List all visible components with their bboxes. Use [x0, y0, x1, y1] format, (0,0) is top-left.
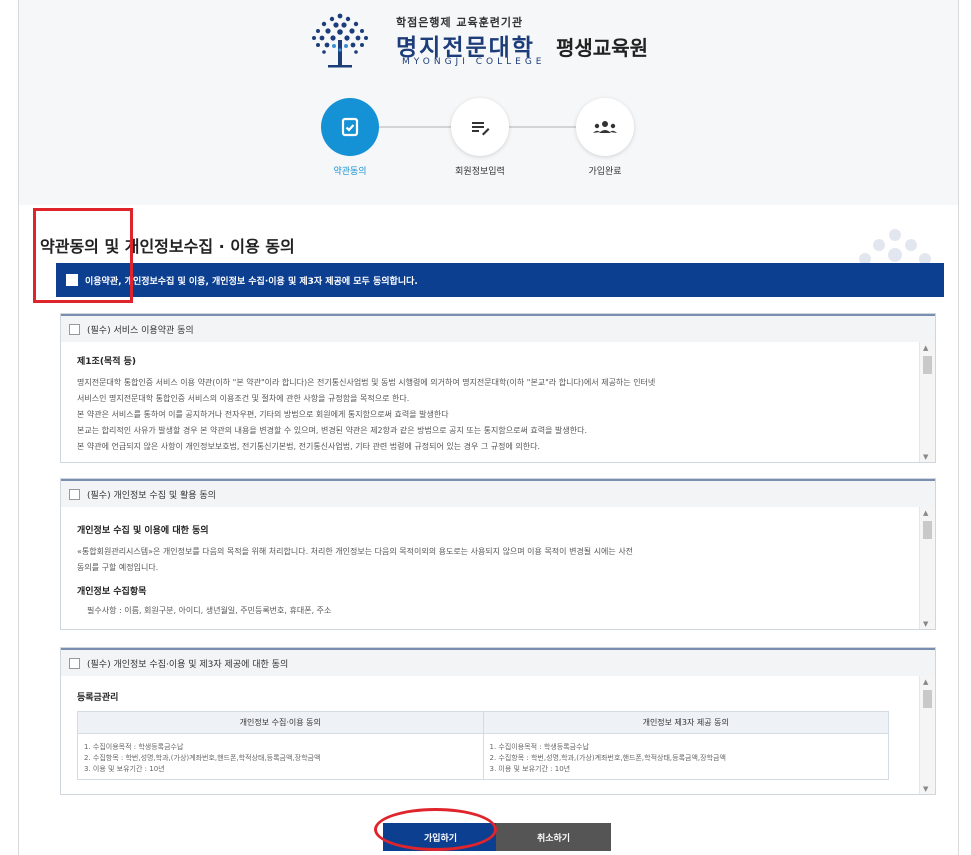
- privacy-items: 필수사항 : 이름, 회원구분, 아이디, 생년월일, 주민등록번호, 휴대폰,…: [87, 606, 332, 615]
- agree-all-bar[interactable]: 이용약관, 개인정보수집 및 이용, 개인정보 수집·이용 및 제3자 제공에 …: [56, 263, 944, 297]
- step-label: 가입완료: [588, 167, 622, 177]
- agree-all-label: 이용약관, 개인정보수집 및 이용, 개인정보 수집·이용 및 제3자 제공에 …: [85, 276, 418, 287]
- college-logo[interactable]: 학점은행제 교육훈련기관 명지전문대학 평생교육원 MYONGJI COLLEG…: [306, 10, 686, 72]
- step-label: 약관동의: [333, 167, 367, 177]
- terms-line: 본 약관은 서비스를 통하여 이를 공지하거나 전자우편, 기타의 방법으로 회…: [77, 410, 449, 419]
- privacy-title: 개인정보 수집 및 이용에 대한 동의: [77, 526, 209, 536]
- terms-article-title: 제1조(목적 등): [77, 357, 137, 367]
- privacy-subtitle: 개인정보 수집항목: [77, 587, 147, 597]
- table-header-collect: 개인정보 수집·이용 동의: [77, 711, 484, 734]
- scroll-down-arrow-icon[interactable]: ▼: [923, 453, 928, 461]
- table-line: 2. 수집항목 : 학번,성명,학과,(가상)계좌번호,핸드폰,학적상태,등록금…: [489, 754, 726, 762]
- scroll-thumb[interactable]: [923, 356, 932, 374]
- scroll-thumb[interactable]: [923, 521, 932, 539]
- third-party-text-box[interactable]: 등록금관리 개인정보 수집·이용 동의 개인정보 제3자 제공 동의 1. 수집…: [61, 676, 935, 794]
- terms-checkbox[interactable]: [69, 323, 80, 335]
- privacy-line: «통합회원관리시스템»은 개인정보를 다음의 목적을 위해 처리합니다. 처리한…: [77, 547, 634, 556]
- third-party-section-label: (필수) 개인정보 수집·이용 및 제3자 제공에 대한 동의: [87, 659, 289, 670]
- terms-scrollbar[interactable]: ▲ ▼: [919, 342, 935, 462]
- third-party-section-header[interactable]: (필수) 개인정보 수집·이용 및 제3자 제공에 대한 동의: [61, 648, 935, 676]
- privacy-section-label: (필수) 개인정보 수집 및 활용 동의: [87, 490, 216, 501]
- privacy-checkbox[interactable]: [69, 488, 80, 500]
- third-party-checkbox[interactable]: [69, 657, 80, 669]
- consent-table: 개인정보 수집·이용 동의 개인정보 제3자 제공 동의 1. 수집이용목적 :…: [77, 711, 889, 780]
- terms-line: 본교는 합리적인 사유가 발생할 경우 본 약관의 내용을 변경할 수 있으며,…: [77, 426, 587, 435]
- table-cell-third-party: 1. 수집이용목적 : 학생등록금수납 2. 수집항목 : 학번,성명,학과,(…: [482, 733, 889, 780]
- signup-steps: 약관동의 회원정보입력 가입완료: [310, 98, 650, 178]
- terms-line: 서비스인 명지전문대학 통합인증 서비스의 이용조건 및 절차에 관한 사항을 …: [77, 394, 410, 403]
- college-english-name: MYONGJI COLLEGE: [402, 57, 546, 67]
- privacy-line: 동의를 구할 예정입니다.: [77, 563, 159, 572]
- table-line: 2. 수집항목 : 학번,성명,학과,(가상)계좌번호,핸드폰,학적상태,등록금…: [84, 754, 321, 762]
- terms-text-box[interactable]: 제1조(목적 등) 명지전문대학 통합인증 서비스 이용 약관(이하 "본 약관…: [61, 342, 935, 462]
- privacy-section-header[interactable]: (필수) 개인정보 수집 및 활용 동의: [61, 479, 935, 507]
- third-party-title: 등록금관리: [77, 693, 119, 703]
- join-button[interactable]: 가입하기: [383, 823, 498, 851]
- checklist-icon: [321, 98, 379, 156]
- page-title: 약관동의 및 개인정보수집 · 이용 동의: [40, 237, 295, 256]
- table-line: 3. 이용 및 보유기간 : 10년: [489, 765, 571, 773]
- terms-section-header[interactable]: (필수) 서비스 이용약관 동의: [61, 314, 935, 342]
- scroll-up-arrow-icon[interactable]: ▲: [923, 344, 928, 352]
- center-name: 평생교육원: [556, 36, 648, 60]
- privacy-section: (필수) 개인정보 수집 및 활용 동의 개인정보 수집 및 이용에 대한 동의…: [60, 478, 936, 630]
- step-terms: 약관동의: [310, 98, 390, 177]
- scroll-down-arrow-icon[interactable]: ▼: [923, 785, 928, 793]
- edit-list-icon: [451, 98, 509, 156]
- table-line: 3. 이용 및 보유기간 : 10년: [84, 765, 165, 773]
- step-complete: 가입완료: [565, 98, 645, 177]
- terms-section-label: (필수) 서비스 이용약관 동의: [87, 325, 194, 336]
- table-header-third-party: 개인정보 제3자 제공 동의: [482, 711, 889, 734]
- step-label: 회원정보입력: [455, 167, 505, 177]
- scroll-up-arrow-icon[interactable]: ▲: [923, 678, 928, 686]
- privacy-scrollbar[interactable]: ▲ ▼: [919, 507, 935, 629]
- table-line: 1. 수집이용목적 : 학생등록금수납: [84, 743, 184, 751]
- table-line: 1. 수집이용목적 : 학생등록금수납: [489, 743, 589, 751]
- privacy-text-box[interactable]: 개인정보 수집 및 이용에 대한 동의 «통합회원관리시스템»은 개인정보를 다…: [61, 507, 935, 629]
- scroll-down-arrow-icon[interactable]: ▼: [923, 620, 928, 628]
- table-cell-collect: 1. 수집이용목적 : 학생등록금수납 2. 수집항목 : 학번,성명,학과,(…: [77, 733, 484, 780]
- scroll-up-arrow-icon[interactable]: ▲: [923, 509, 928, 517]
- users-icon: [576, 98, 634, 156]
- terms-line: 본 약관에 언급되지 않은 사항이 개인정보보호법, 전기통신기본법, 전기통신…: [77, 442, 541, 451]
- third-party-section: (필수) 개인정보 수집·이용 및 제3자 제공에 대한 동의 등록금관리 개인…: [60, 647, 936, 795]
- tree-logo-icon: [312, 13, 368, 68]
- terms-line: 명지전문대학 통합인증 서비스 이용 약관(이하 "본 약관"이라 합니다)은 …: [77, 378, 656, 387]
- third-party-scrollbar[interactable]: ▲ ▼: [919, 676, 935, 794]
- agree-all-checkbox[interactable]: [66, 274, 78, 286]
- cancel-button[interactable]: 취소하기: [496, 823, 611, 851]
- terms-section: (필수) 서비스 이용약관 동의 제1조(목적 등) 명지전문대학 통합인증 서…: [60, 313, 936, 463]
- step-member-info: 회원정보입력: [440, 98, 520, 177]
- scroll-thumb[interactable]: [923, 690, 932, 708]
